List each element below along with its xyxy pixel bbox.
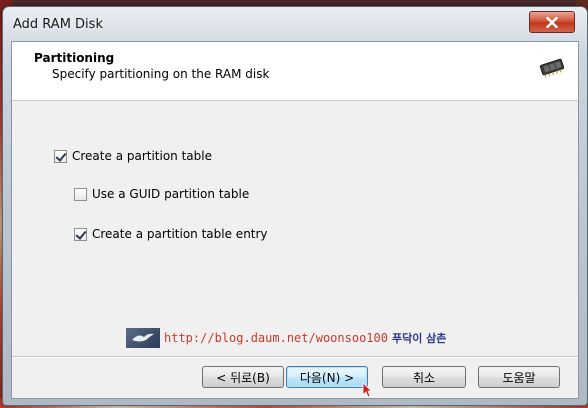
use-guid-partition-table-label: Use a GUID partition table [92, 187, 250, 201]
close-button[interactable] [529, 11, 575, 33]
title-bar[interactable]: Add RAM Disk [3, 7, 587, 39]
wizard-header: Partitioning Specify partitioning on the… [12, 42, 578, 101]
dialog-client-area: Partitioning Specify partitioning on the… [11, 41, 579, 399]
back-button[interactable]: < 뒤로(B) [202, 366, 284, 388]
cancel-button[interactable]: 취소 [382, 366, 466, 388]
add-ram-disk-dialog: Add RAM Disk Partitioning Specify partit… [2, 6, 588, 406]
next-button[interactable]: 다음(N) > [286, 366, 368, 388]
use-guid-partition-table-option[interactable]: Use a GUID partition table [74, 187, 249, 201]
watermark-url: http://blog.daum.net/woonsoo100 [164, 331, 388, 345]
footer-divider [12, 356, 578, 358]
create-partition-table-entry-label: Create a partition table entry [92, 227, 268, 241]
help-button[interactable]: 도움말 [478, 366, 560, 388]
blog-watermark: http://blog.daum.net/woonsoo100 푸닥이 삼촌 [126, 328, 446, 348]
create-partition-table-checkbox[interactable] [54, 149, 67, 163]
page-subtitle: Specify partitioning on the RAM disk [52, 67, 270, 81]
watermark-author: 푸닥이 삼촌 [391, 332, 447, 345]
create-partition-table-entry-checkbox[interactable] [74, 227, 87, 241]
close-icon [546, 16, 558, 28]
create-partition-table-label: Create a partition table [72, 149, 212, 163]
window-title: Add RAM Disk [13, 17, 103, 32]
mouse-pointer-icon [362, 382, 373, 402]
create-partition-table-option[interactable]: Create a partition table [54, 149, 212, 163]
bird-logo-icon [126, 328, 160, 348]
create-partition-table-entry-option[interactable]: Create a partition table entry [74, 227, 268, 241]
memory-chip-icon [538, 56, 566, 82]
use-guid-partition-table-checkbox[interactable] [74, 187, 87, 201]
page-title: Partitioning [34, 51, 115, 65]
